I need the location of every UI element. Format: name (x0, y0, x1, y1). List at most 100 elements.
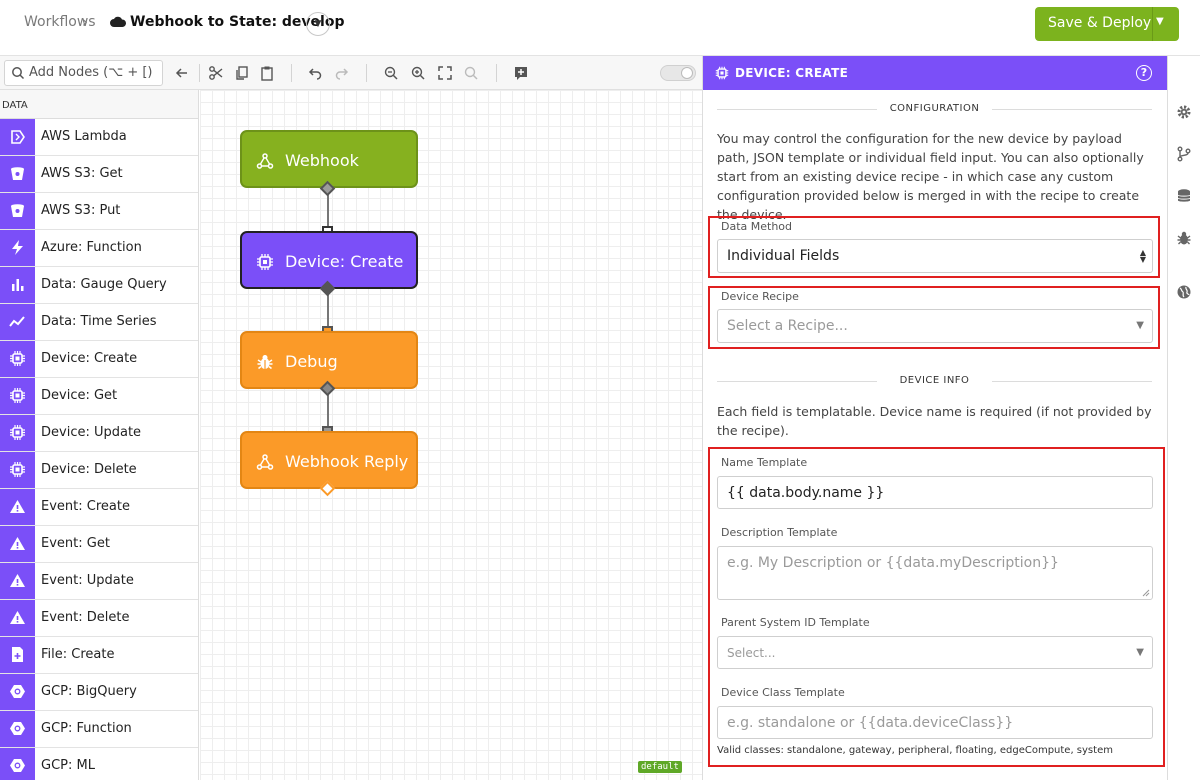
toolbar-divider (291, 64, 292, 82)
fit-to-screen-icon[interactable] (437, 65, 453, 81)
workflow-node-webhook-reply[interactable]: Webhook Reply (240, 431, 418, 489)
zoom-out-icon[interactable] (383, 65, 399, 81)
palette-item-event-update[interactable]: Event: Update (0, 563, 198, 600)
canvas-toggle-switch[interactable] (660, 65, 696, 81)
data-method-select[interactable]: Individual Fields ▲ ▼ (717, 239, 1153, 273)
palette-item-label: AWS S3: Get (41, 166, 123, 181)
palette-icon-box (0, 489, 35, 525)
zoom-in-icon[interactable] (410, 65, 426, 81)
redo-icon[interactable] (334, 65, 350, 81)
resize-handle-icon[interactable] (1142, 589, 1150, 597)
lightning-icon (12, 240, 23, 255)
workflow-node-device-create[interactable]: Device: Create (240, 231, 418, 289)
palette-item-device-get[interactable]: Device: Get (0, 378, 198, 415)
event-icon (10, 611, 25, 624)
cut-icon[interactable] (208, 65, 224, 81)
workflow-node-debug[interactable]: Debug (240, 331, 418, 389)
gcp-icon (10, 685, 25, 698)
palette-item-aws-s3-put[interactable]: AWS S3: Put (0, 193, 198, 230)
help-icon[interactable]: ? (1136, 65, 1152, 81)
paste-icon[interactable] (259, 65, 275, 81)
palette-item-azure-function[interactable]: Azure: Function (0, 230, 198, 267)
node-properties-panel: DEVICE: CREATE ? CONFIGURATION You may c… (702, 56, 1167, 780)
palette-item-event-create[interactable]: Event: Create (0, 489, 198, 526)
node-label: Device: Create (285, 252, 404, 271)
palette-item-label: GCP: Function (41, 721, 132, 736)
palette-icon-box (0, 378, 35, 414)
palette-item-aws-lambda[interactable]: AWS Lambda (0, 119, 198, 156)
deploy-divider (1152, 7, 1153, 41)
gear-icon[interactable] (1176, 104, 1192, 120)
palette-item-aws-s3-get[interactable]: AWS S3: Get (0, 156, 198, 193)
database-icon[interactable] (1176, 188, 1192, 204)
chip-icon (715, 66, 729, 80)
description-template-textarea[interactable]: e.g. My Description or {{data.myDescript… (717, 546, 1153, 600)
chevron-down-icon: ▼ (1136, 320, 1144, 331)
zoom-reset-icon[interactable] (463, 65, 479, 81)
palette-icon-box (0, 674, 35, 710)
palette-icon-box (0, 415, 35, 451)
palette-item-label: Device: Create (41, 351, 138, 366)
undo-icon[interactable] (307, 65, 323, 81)
palette-item-label: File: Create (41, 647, 115, 662)
event-icon (10, 500, 25, 513)
toggle-knob (681, 67, 693, 79)
palette-item-event-get[interactable]: Event: Get (0, 526, 198, 563)
palette-item-file-create[interactable]: File: Create (0, 637, 198, 674)
bug-icon[interactable] (1176, 230, 1192, 246)
palette-item-label: Azure: Function (41, 240, 142, 255)
copy-icon[interactable] (234, 65, 250, 81)
palette-icon-box (0, 452, 35, 488)
palette-item-gcp-ml[interactable]: GCP: ML (0, 748, 198, 780)
add-comment-icon[interactable] (513, 65, 529, 81)
palette-item-event-delete[interactable]: Event: Delete (0, 600, 198, 637)
palette-item-device-create[interactable]: Device: Create (0, 341, 198, 378)
event-icon (10, 537, 25, 550)
toolbar-divider (366, 64, 367, 82)
palette-icon-box (0, 600, 35, 636)
bucket-icon (11, 167, 24, 180)
workflow-canvas[interactable]: Webhook Device: Create Debug Webhook Rep… (200, 90, 702, 780)
top-header: Workflows › Webhook to State: develop ▼ … (0, 0, 1200, 56)
device-recipe-placeholder: Select a Recipe... (727, 318, 848, 334)
palette-item-label: Event: Delete (41, 610, 130, 625)
palette-item-gcp-function[interactable]: GCP: Function (0, 711, 198, 748)
globe-icon[interactable] (1176, 284, 1192, 300)
back-arrow-icon[interactable] (174, 65, 190, 81)
workflow-node-webhook[interactable]: Webhook (240, 130, 418, 188)
palette-item-gcp-bigquery[interactable]: GCP: BigQuery (0, 674, 198, 711)
palette-category-header: DATA (0, 90, 198, 119)
file-icon (12, 647, 23, 662)
palette-item-label: Device: Update (41, 425, 142, 440)
save-deploy-button[interactable]: Save & Deploy ▼ (1035, 7, 1179, 41)
deploy-options-chevron-icon[interactable]: ▼ (1156, 16, 1164, 27)
parent-system-id-select[interactable]: Select... ▼ (717, 636, 1153, 669)
name-template-input[interactable]: {{ data.body.name }} (717, 476, 1153, 509)
palette-item-data-time-series[interactable]: Data: Time Series (0, 304, 198, 341)
node-label: Debug (285, 352, 338, 371)
right-icon-rail (1167, 56, 1200, 780)
node-label: Webhook Reply (285, 452, 409, 471)
palette-item-device-update[interactable]: Device: Update (0, 415, 198, 452)
save-deploy-label: Save & Deploy (1048, 15, 1152, 31)
panel-header: DEVICE: CREATE ? (703, 56, 1167, 90)
name-template-value: {{ data.body.name }} (727, 485, 885, 501)
palette-item-label: GCP: ML (41, 758, 95, 773)
palette-item-data-gauge-query[interactable]: Data: Gauge Query (0, 267, 198, 304)
palette-icon-box (0, 156, 35, 192)
palette-icon-box (0, 748, 35, 780)
device-recipe-select[interactable]: Select a Recipe... ▼ (717, 309, 1153, 343)
add-nodes-search[interactable]: Add Nodes (⌥ + [) (4, 60, 163, 86)
default-badge: default (638, 761, 682, 773)
bar-chart-icon (12, 279, 24, 291)
device-info-section-title: DEVICE INFO (717, 375, 1152, 386)
device-class-template-input[interactable]: e.g. standalone or {{data.deviceClass}} (717, 706, 1153, 739)
cloud-icon (110, 16, 126, 27)
git-branch-icon[interactable] (1176, 146, 1192, 162)
chip-icon (10, 351, 25, 366)
data-method-label: Data Method (721, 220, 793, 233)
palette-item-label: Event: Get (41, 536, 110, 551)
node-palette-sidebar: DATA AWS Lambda AWS S3: Get AWS S3: Put Azu… (0, 90, 199, 780)
palette-item-device-delete[interactable]: Device: Delete (0, 452, 198, 489)
workflow-menu-button[interactable]: ▼ (306, 12, 330, 36)
